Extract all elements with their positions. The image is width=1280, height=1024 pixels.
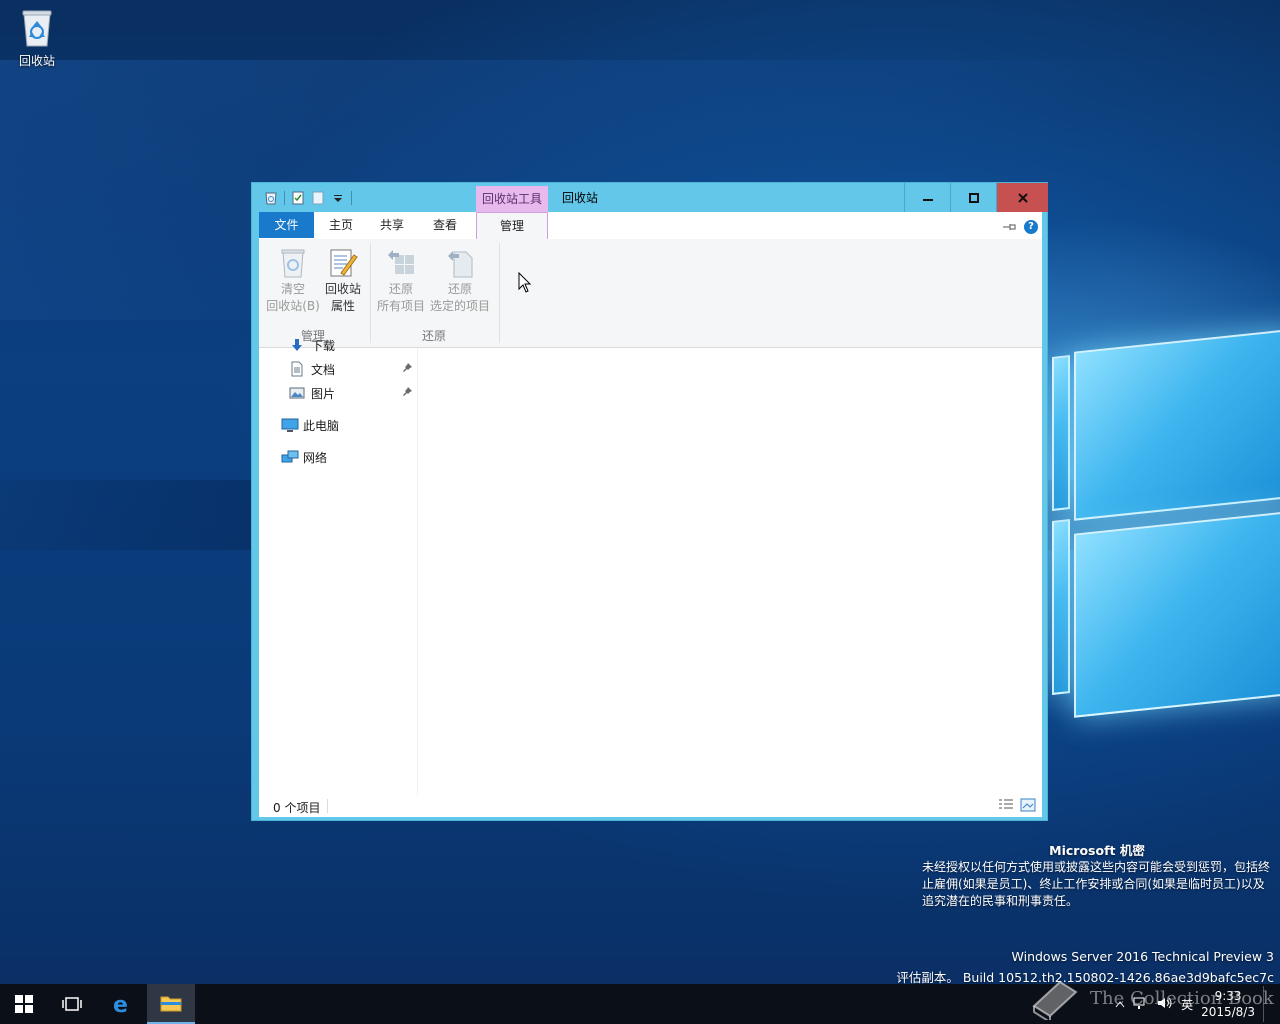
- confidential-watermark: Microsoft 机密 未经授权以任何方式使用或披露这些内容可能会受到惩罚，包…: [922, 842, 1272, 910]
- recycle-bin-properties-icon: [327, 247, 359, 279]
- help-icon[interactable]: ?: [1024, 219, 1038, 234]
- restore-all-button[interactable]: 还原 所有项目: [375, 247, 427, 315]
- documents-icon: [289, 361, 305, 377]
- file-explorer-button[interactable]: [147, 984, 195, 1024]
- close-button[interactable]: [996, 183, 1048, 212]
- task-view-button[interactable]: [48, 984, 96, 1024]
- properties-icon[interactable]: [291, 191, 305, 205]
- start-button[interactable]: [0, 984, 48, 1024]
- window-title: 回收站: [562, 191, 599, 205]
- watermark-body: 未经授权以任何方式使用或披露这些内容可能会受到惩罚，包括终止雇佣(如果是员工)、…: [922, 860, 1271, 908]
- book-icon: [1032, 980, 1078, 1020]
- restore-all-icon: [385, 247, 417, 279]
- recycle-bin-icon: [21, 8, 53, 48]
- windows-start-icon: [15, 995, 33, 1013]
- pin-icon[interactable]: [403, 363, 412, 375]
- network-icon: [281, 449, 299, 465]
- explorer-window: 回收站工具 回收站 文件 主页 共享 查看 管理 ? 清空 回收站(B) 回收站…: [251, 182, 1048, 821]
- nav-item-this-pc[interactable]: 此电脑: [281, 415, 339, 435]
- navigation-pane[interactable]: 下载 文档 图片 此电脑 网络: [259, 339, 418, 795]
- desktop-icon-recycle-bin[interactable]: 回收站: [10, 6, 64, 69]
- minimize-button[interactable]: [904, 183, 951, 212]
- nav-item-downloads[interactable]: 下载: [289, 338, 335, 352]
- tab-view[interactable]: 查看: [422, 212, 468, 238]
- group-label-restore: 还原: [422, 329, 447, 343]
- customize-qat-chevron-icon[interactable]: [331, 191, 345, 205]
- this-pc-icon: [281, 417, 299, 433]
- tab-share[interactable]: 共享: [369, 212, 415, 238]
- recycle-bin-small-icon[interactable]: [264, 191, 278, 205]
- tab-manage[interactable]: 管理: [476, 212, 548, 239]
- task-view-icon: [62, 997, 82, 1011]
- context-tab-header: 回收站工具: [476, 186, 548, 213]
- quick-access-toolbar: [264, 189, 352, 207]
- maximize-button[interactable]: [950, 183, 997, 212]
- empty-recycle-bin-icon: [277, 247, 309, 279]
- windows-logo-pane: [1052, 519, 1070, 695]
- title-bar[interactable]: 回收站工具 回收站: [252, 183, 1048, 213]
- large-icons-view-icon[interactable]: [1020, 798, 1036, 812]
- nav-item-network[interactable]: 网络: [281, 447, 327, 467]
- restore-selected-button[interactable]: 还原 选定的项目: [427, 247, 493, 315]
- status-bar: 0 个项目: [259, 795, 1042, 817]
- collection-book-watermark: The Collection Book: [1030, 972, 1274, 1024]
- tab-file[interactable]: 文件: [259, 212, 314, 238]
- windows-logo-pane: [1074, 510, 1280, 718]
- restore-selected-icon: [444, 247, 476, 279]
- edge-button[interactable]: e: [98, 984, 146, 1024]
- desktop-icon-label: 回收站: [18, 54, 55, 68]
- collection-book-text: The Collection Book: [1090, 987, 1274, 1009]
- windows-logo-pane: [1074, 328, 1280, 521]
- download-icon: [289, 338, 305, 352]
- ribbon-tab-bar: 文件 主页 共享 查看 管理 ?: [259, 212, 1042, 240]
- details-view-icon[interactable]: [998, 798, 1014, 812]
- close-icon: [1017, 192, 1028, 203]
- svg-text:e: e: [113, 993, 128, 1015]
- folder-icon: [160, 996, 182, 1012]
- windows-logo-pane: [1052, 355, 1070, 511]
- ribbon-pin-icon[interactable]: [1002, 217, 1016, 236]
- tab-home[interactable]: 主页: [318, 212, 364, 238]
- nav-item-documents[interactable]: 文档: [289, 359, 429, 379]
- minimize-icon: [923, 198, 933, 201]
- recycle-bin-properties-button[interactable]: 回收站 属性: [321, 247, 365, 315]
- new-folder-icon[interactable]: [311, 191, 325, 205]
- os-name: Windows Server 2016 Technical Preview 3: [1011, 949, 1274, 964]
- nav-item-pictures[interactable]: 图片: [289, 383, 429, 403]
- watermark-title: Microsoft 机密: [1049, 843, 1145, 858]
- desktop: 回收站 回收站工具 回收站 文件 主页 共享 查看 管理 ? 清空 回收站(B)…: [0, 0, 1280, 1024]
- content-area: 下载 文档 图片 此电脑 网络: [259, 339, 1042, 795]
- pictures-icon: [289, 385, 305, 401]
- maximize-icon: [969, 192, 979, 203]
- empty-recycle-bin-button[interactable]: 清空 回收站(B): [265, 247, 321, 315]
- item-count: 0 个项目: [273, 801, 321, 815]
- ribbon-panel: 清空 回收站(B) 回收站 属性 管理 还原 所有项目 还原 选定的项目 还原: [259, 239, 1042, 348]
- edge-icon: e: [113, 993, 128, 1015]
- pin-icon[interactable]: [403, 387, 412, 399]
- mouse-cursor-icon: [518, 271, 532, 294]
